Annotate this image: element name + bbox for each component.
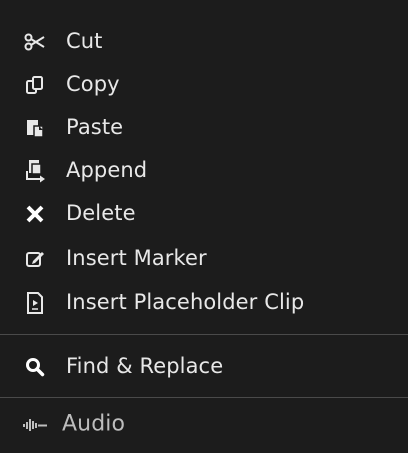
copy-icon xyxy=(23,73,47,97)
menu-item-label: Cut xyxy=(66,28,103,53)
menu-item-label: Find & Replace xyxy=(66,353,224,378)
menu-item-audio[interactable]: Audio xyxy=(0,403,408,446)
paste-icon xyxy=(23,116,47,140)
menu-item-label: Copy xyxy=(66,71,120,96)
append-icon xyxy=(23,159,47,183)
menu-item-insert-placeholder-clip[interactable]: Insert Placeholder Clip xyxy=(0,281,408,324)
menu-item-label: Audio xyxy=(62,411,126,436)
scissors-icon xyxy=(23,30,47,54)
context-menu: Cut Copy Paste Append Delete Insert Mark… xyxy=(0,0,408,453)
menu-item-cut[interactable]: Cut xyxy=(0,20,408,63)
menu-item-label: Paste xyxy=(66,114,124,139)
edit-marker-icon xyxy=(23,247,47,271)
menu-item-paste[interactable]: Paste xyxy=(0,106,408,149)
audio-waveform-icon xyxy=(23,413,47,437)
menu-item-label: Insert Placeholder Clip xyxy=(66,289,305,314)
menu-item-append[interactable]: Append xyxy=(0,149,408,192)
menu-item-label: Delete xyxy=(66,200,136,225)
menu-item-label: Append xyxy=(66,157,148,182)
menu-item-insert-marker[interactable]: Insert Marker xyxy=(0,237,408,280)
menu-separator xyxy=(0,397,408,398)
placeholder-clip-icon xyxy=(23,291,47,315)
menu-item-label: Insert Marker xyxy=(66,245,207,270)
menu-item-find-replace[interactable]: Find & Replace xyxy=(0,345,408,388)
search-icon xyxy=(23,355,47,379)
menu-item-copy[interactable]: Copy xyxy=(0,63,408,106)
x-icon xyxy=(23,202,47,226)
menu-separator xyxy=(0,334,408,335)
menu-item-delete[interactable]: Delete xyxy=(0,192,408,235)
